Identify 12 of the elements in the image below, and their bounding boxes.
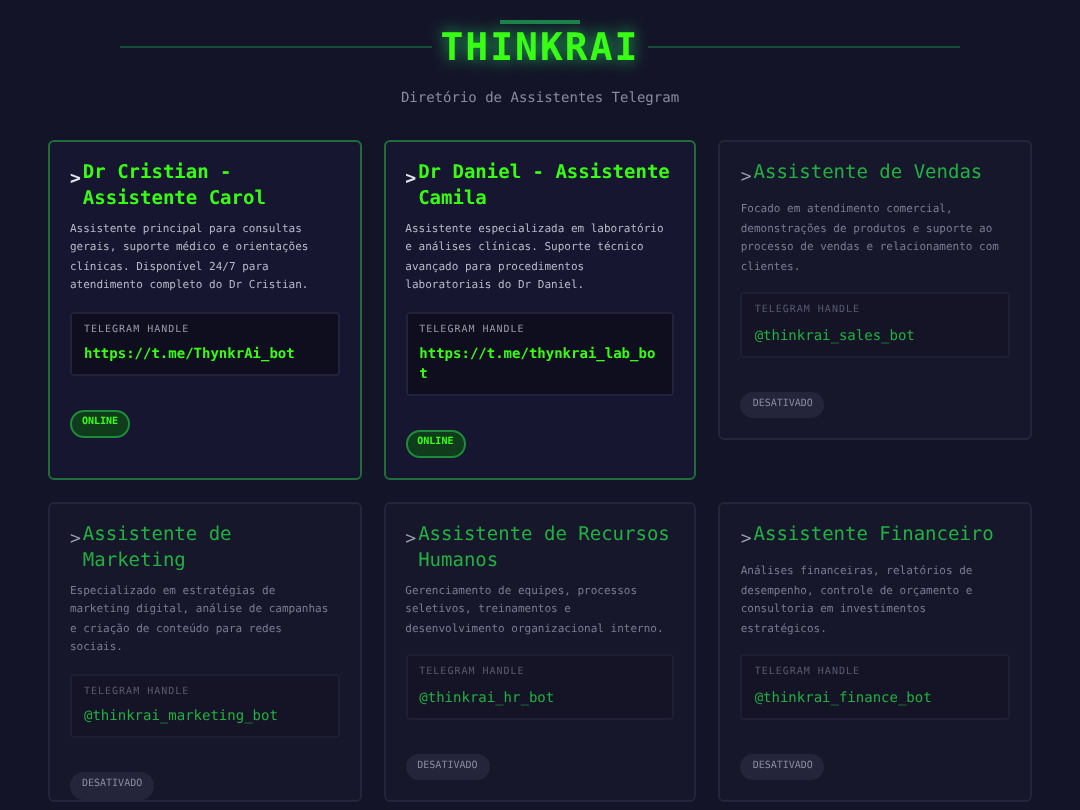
assistant-name: Assistente de Marketing bbox=[82, 521, 234, 573]
prompt-symbol: > bbox=[70, 527, 81, 553]
prompt-symbol: > bbox=[405, 167, 417, 193]
assistant-name: Assistente de Vendas bbox=[753, 159, 983, 185]
assistant-name: Assistente de Recursos Humanos bbox=[418, 521, 672, 573]
prompt-symbol: > bbox=[405, 527, 417, 553]
assistant-name: Dr Daniel - Assistente Camila bbox=[418, 159, 672, 211]
prompt-symbol: > bbox=[740, 527, 752, 553]
prompt-symbol: > bbox=[740, 165, 752, 191]
assistant-name: Dr Cristian - Assistente Carol bbox=[82, 159, 268, 211]
assistant-name: Assistente Financeiro bbox=[753, 521, 994, 547]
prompt-symbol: > bbox=[70, 167, 81, 193]
